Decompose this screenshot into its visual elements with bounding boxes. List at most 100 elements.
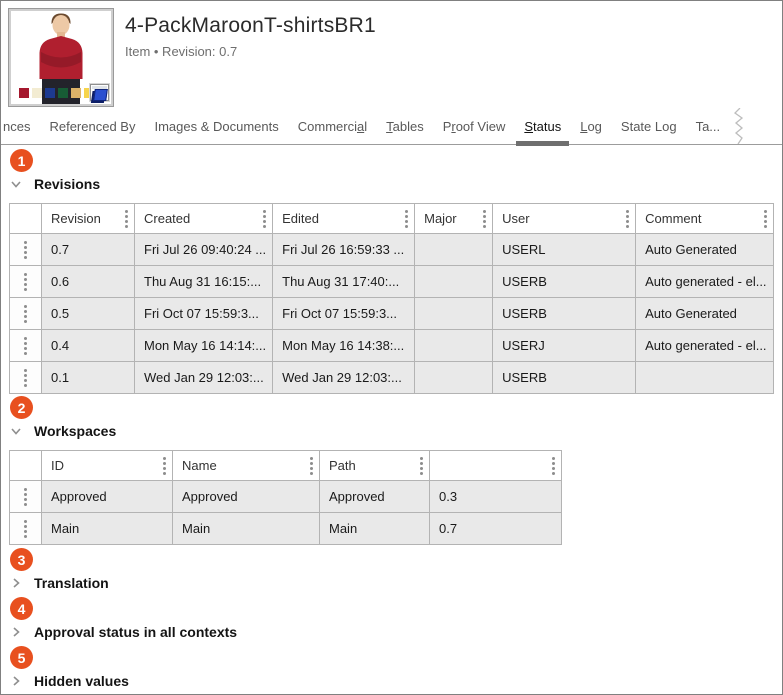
row-menu-icon[interactable] [11, 235, 41, 265]
section-header-hidden-values[interactable]: Hidden values [9, 670, 774, 692]
table-row: 0.7 Fri Jul 26 09:40:24 ... Fri Jul 26 1… [9, 233, 774, 266]
chevron-down-icon[interactable] [9, 424, 23, 438]
section-header-approval-status[interactable]: Approval status in all contexts [9, 621, 774, 643]
cell-major [414, 297, 494, 330]
chevron-right-icon[interactable] [9, 625, 23, 639]
revisions-header-row: Revision Created Edited Major User Comme… [9, 203, 774, 234]
section-label: Workspaces [34, 423, 117, 439]
chevron-down-icon[interactable] [9, 177, 23, 191]
header-cell-revision[interactable]: Revision [41, 203, 135, 234]
cell-created: Thu Aug 31 16:15:... [133, 265, 274, 298]
cell-revision-value: 0.7 [429, 512, 562, 545]
header-cell-revision-value[interactable] [429, 450, 562, 481]
page-title: 4-PackMaroonT-shirtsBR1 [125, 14, 376, 37]
cell-comment: Auto generated - el... [635, 265, 774, 298]
header-cell-blank [9, 450, 42, 481]
cell-major [414, 233, 494, 266]
cell-comment: Auto Generated [635, 233, 774, 266]
table-row: 0.5 Fri Oct 07 15:59:3... Fri Oct 07 15:… [9, 297, 774, 330]
section-label: Approval status in all contexts [34, 624, 238, 640]
header-cell-comment[interactable]: Comment [635, 203, 774, 234]
chevron-right-icon[interactable] [9, 576, 23, 590]
table-row: Main Main Main 0.7 [9, 512, 562, 545]
row-menu-icon[interactable] [11, 363, 41, 393]
swatch-cream [32, 88, 42, 98]
section-header-workspaces[interactable]: Workspaces [9, 420, 774, 442]
row-menu-cell[interactable] [9, 297, 42, 330]
row-menu-icon[interactable] [11, 482, 41, 512]
row-menu-icon[interactable] [11, 299, 41, 329]
cell-revision: 0.5 [41, 297, 135, 330]
section-approval-status: 4 Approval status in all contexts [9, 597, 774, 643]
column-menu-icon[interactable] [125, 209, 128, 228]
tab-overflow-truncated[interactable]: Ta... [696, 119, 721, 134]
header-cell-name[interactable]: Name [172, 450, 320, 481]
column-menu-icon[interactable] [483, 209, 487, 228]
tab-commercial[interactable]: Commercial [298, 119, 367, 134]
status-content: 1 Revisions Revision Created Edited Majo… [1, 145, 782, 694]
row-menu-icon[interactable] [11, 267, 41, 297]
cell-major [414, 265, 494, 298]
row-menu-icon[interactable] [11, 331, 41, 361]
tab-proof-view[interactable]: Proof View [443, 119, 506, 134]
section-label: Hidden values [34, 673, 129, 689]
chevron-right-icon[interactable] [9, 674, 23, 688]
row-menu-cell[interactable] [9, 480, 42, 513]
cell-id: Approved [41, 480, 173, 513]
header-cell-path[interactable]: Path [319, 450, 430, 481]
header-cell-major[interactable]: Major [414, 203, 494, 234]
header-cell-id[interactable]: ID [41, 450, 173, 481]
cell-edited: Fri Jul 26 16:59:33 ... [272, 233, 416, 266]
row-menu-cell[interactable] [9, 361, 42, 394]
row-menu-icon[interactable] [11, 514, 41, 544]
tab-log[interactable]: Log [580, 119, 602, 134]
cell-revision: 0.7 [41, 233, 135, 266]
product-thumbnail[interactable] [9, 9, 113, 106]
product-header: 4-PackMaroonT-shirtsBR1 Item • Revision:… [1, 1, 782, 106]
row-menu-cell[interactable] [9, 512, 42, 545]
cell-revision-value: 0.3 [429, 480, 562, 513]
table-row: Approved Approved Approved 0.3 [9, 480, 562, 513]
workspaces-table: ID Name Path Approved Approved Approved … [9, 450, 562, 545]
tab-status[interactable]: Status [516, 119, 570, 146]
cell-created: Wed Jan 29 12:03:... [133, 361, 274, 394]
cell-user: USERJ [492, 329, 637, 362]
tab-referenced-by[interactable]: Referenced By [49, 119, 135, 134]
cell-path: Main [319, 512, 430, 545]
section-revisions: 1 Revisions Revision Created Edited Majo… [9, 149, 774, 394]
cell-comment: Auto generated - el... [635, 329, 774, 362]
tab-state-log[interactable]: State Log [621, 119, 677, 134]
tab-images-documents[interactable]: Images & Documents [154, 119, 278, 134]
workspaces-header-row: ID Name Path [9, 450, 562, 481]
revisions-table: Revision Created Edited Major User Comme… [9, 203, 774, 394]
tab-overflow-edge-icon [734, 108, 744, 144]
tab-tables[interactable]: Tables [386, 119, 424, 134]
column-menu-icon[interactable] [310, 456, 313, 475]
column-menu-icon[interactable] [163, 456, 166, 475]
header-cell-blank [9, 203, 42, 234]
cell-created: Fri Jul 26 09:40:24 ... [133, 233, 274, 266]
header-cell-edited[interactable]: Edited [272, 203, 416, 234]
column-menu-icon[interactable] [552, 456, 555, 475]
swatch-navy [45, 88, 55, 98]
section-header-translation[interactable]: Translation [9, 572, 774, 594]
callout-badge-5: 5 [10, 646, 33, 669]
table-row: 0.6 Thu Aug 31 16:15:... Thu Aug 31 17:4… [9, 265, 774, 298]
row-menu-cell[interactable] [9, 233, 42, 266]
column-menu-icon[interactable] [763, 209, 767, 228]
cell-revision: 0.6 [41, 265, 135, 298]
header-cell-created[interactable]: Created [133, 203, 274, 234]
header-cell-user[interactable]: User [492, 203, 637, 234]
column-menu-icon[interactable] [405, 209, 409, 228]
column-menu-icon[interactable] [263, 209, 267, 228]
table-row: 0.1 Wed Jan 29 12:03:... Wed Jan 29 12:0… [9, 361, 774, 394]
section-hidden-values: 5 Hidden values [9, 646, 774, 692]
tab-references[interactable]: nces [3, 119, 30, 134]
column-menu-icon[interactable] [626, 209, 630, 228]
section-header-revisions[interactable]: Revisions [9, 173, 774, 195]
cell-created: Fri Oct 07 15:59:3... [133, 297, 274, 330]
row-menu-cell[interactable] [9, 329, 42, 362]
row-menu-cell[interactable] [9, 265, 42, 298]
column-menu-icon[interactable] [420, 456, 423, 475]
cell-user: USERL [492, 233, 637, 266]
